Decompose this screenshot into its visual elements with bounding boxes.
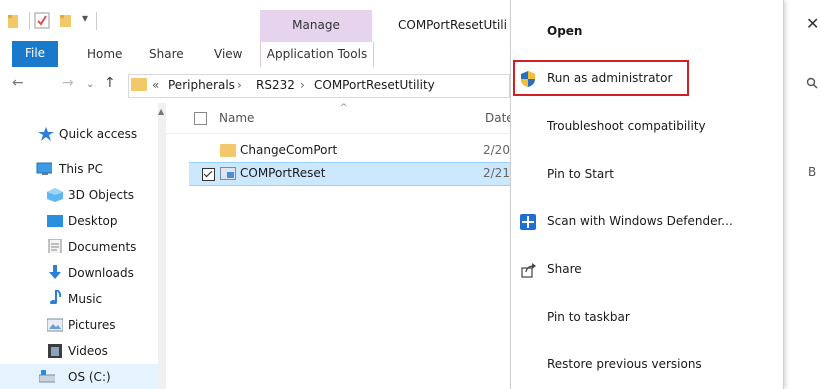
share-icon [521, 263, 536, 278]
tab-share[interactable]: Share [149, 47, 184, 61]
window-right-edge [781, 0, 821, 389]
menu-item-label: Open [547, 24, 583, 38]
menu-item-label: Share [547, 262, 582, 276]
row-checkbox-checked[interactable] [202, 168, 215, 181]
toolbar-divider [96, 12, 97, 30]
defender-icon [520, 214, 536, 230]
menu-item-label: Scan with Windows Defender... [547, 214, 733, 228]
nav-item-label: Music [68, 292, 103, 306]
scroll-up-icon[interactable]: ▲ [158, 107, 166, 117]
breadcrumb-separator-icon[interactable]: › [237, 78, 242, 92]
tab-file[interactable]: File [12, 41, 58, 67]
navigation-scrollbar[interactable] [158, 103, 166, 389]
breadcrumb-peripherals[interactable]: Peripherals [168, 78, 235, 92]
file-row-comportreset[interactable]: COMPortReset 2/21 [189, 162, 510, 186]
film-icon [48, 344, 62, 358]
nav-item-label: Desktop [68, 214, 118, 228]
file-date: 2/21 [483, 166, 510, 180]
forward-arrow-icon[interactable]: → [62, 75, 74, 91]
recent-locations-chevron-icon[interactable]: ⌄ [86, 79, 94, 90]
menu-item-pin-to-start[interactable]: Pin to Start [511, 155, 783, 195]
file-name: COMPortReset [240, 166, 326, 180]
menu-item-label: Troubleshoot compatibility [547, 119, 706, 133]
breadcrumb-overflow-icon[interactable]: « [152, 78, 159, 92]
toolbar-divider [29, 12, 30, 30]
select-all-checkbox[interactable] [194, 112, 207, 125]
customize-toolbar-icon[interactable]: ▾ [82, 11, 88, 25]
monitor-icon [36, 162, 52, 175]
music-note-icon [50, 290, 62, 304]
close-icon[interactable]: ✕ [806, 14, 819, 33]
file-date: 2/20 [483, 143, 510, 157]
menu-item-label: Pin to taskbar [547, 310, 630, 324]
picture-icon [47, 318, 63, 332]
menu-item-pin-to-taskbar[interactable]: Pin to taskbar [511, 298, 783, 338]
menu-item-open[interactable]: Open [511, 12, 783, 52]
breadcrumb-comportresetutility[interactable]: COMPortResetUtility [314, 78, 435, 92]
file-row-changecomport[interactable]: ChangeComPort 2/20 [189, 140, 510, 162]
context-menu: Open Run as administrator Troubleshoot c… [510, 0, 784, 389]
nav-item-label: Documents [68, 240, 137, 254]
drive-icon [39, 370, 55, 383]
breadcrumb-separator-icon[interactable]: › [300, 78, 305, 92]
cube-icon [47, 188, 63, 202]
menu-item-troubleshoot-compatibility[interactable]: Troubleshoot compatibility [511, 107, 783, 147]
up-arrow-icon[interactable]: ↑ [104, 75, 116, 91]
tab-application-tools-label: Application Tools [266, 47, 368, 61]
folder-icon[interactable] [6, 13, 22, 29]
file-name: ChangeComPort [240, 143, 338, 157]
nav-item-label: Downloads [68, 266, 134, 280]
tab-home[interactable]: Home [87, 47, 122, 61]
menu-item-label: Restore previous versions [547, 357, 702, 371]
new-folder-icon[interactable] [58, 12, 74, 29]
column-header-name[interactable]: Name [219, 111, 254, 125]
nav-item-label: OS (C:) [68, 370, 111, 384]
column-header-row [166, 103, 510, 134]
menu-item-restore-previous-versions[interactable]: Restore previous versions [511, 345, 783, 385]
properties-icon[interactable] [34, 12, 50, 29]
download-icon [49, 265, 61, 279]
tab-view[interactable]: View [214, 47, 242, 61]
search-icon[interactable] [806, 77, 818, 89]
folder-icon [131, 78, 147, 91]
menu-item-label: Pin to Start [547, 167, 614, 181]
document-icon [48, 239, 62, 253]
menu-item-share[interactable]: Share [511, 250, 783, 290]
folder-icon [220, 144, 236, 157]
window-title: COMPortResetUtili [398, 18, 507, 32]
nav-item-label: Videos [68, 344, 108, 358]
sort-ascending-icon: ^ [340, 103, 348, 113]
tab-application-tools[interactable]: Application Tools [260, 42, 374, 67]
star-icon [38, 127, 54, 141]
breadcrumb-rs232[interactable]: RS232 [256, 78, 295, 92]
manage-tab-label: Manage [292, 18, 340, 32]
tab-file-label: File [24, 46, 46, 60]
back-arrow-icon[interactable]: ← [12, 75, 24, 91]
nav-item-label: This PC [59, 162, 103, 176]
manage-contextual-tab[interactable]: Manage [260, 10, 372, 42]
nav-item-label: Pictures [68, 318, 116, 332]
file-size-fragment: B [808, 165, 817, 179]
desktop-icon [47, 215, 63, 227]
application-icon [220, 167, 236, 180]
menu-item-scan-with-windows-defender[interactable]: Scan with Windows Defender... [511, 202, 783, 242]
nav-item-label: Quick access [59, 127, 138, 141]
nav-item-label: 3D Objects [68, 188, 135, 202]
annotation-highlight-box [513, 60, 689, 96]
